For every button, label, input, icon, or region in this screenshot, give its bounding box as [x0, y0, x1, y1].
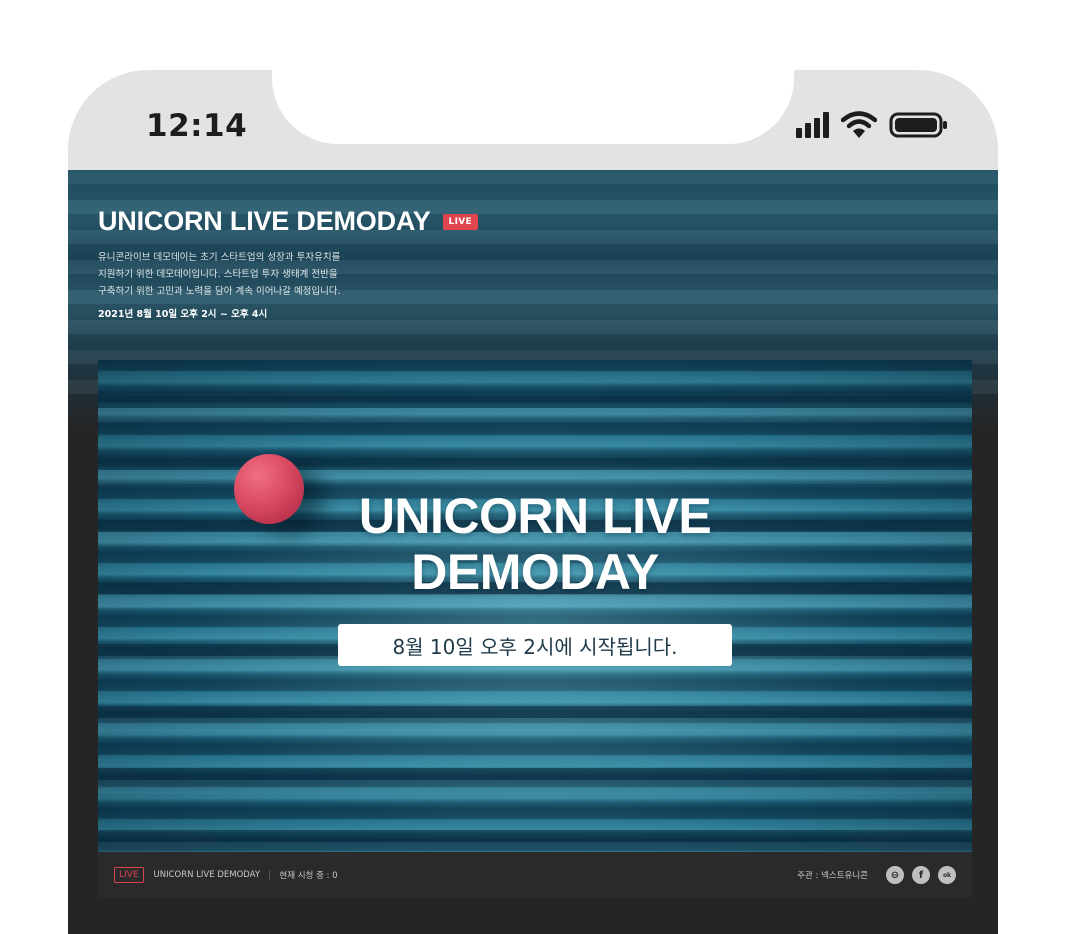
hero-title-line: DEMODAY — [411, 544, 659, 600]
status-icons — [796, 108, 949, 142]
player-info-bar: LIVE UNICORN LIVE DEMODAY | 현재 시청 중 : 0 … — [98, 852, 972, 898]
battery-icon — [889, 111, 949, 139]
video-hero-title: UNICORN LIVE DEMODAY — [98, 488, 972, 600]
description-line: 유니콘라이브 데모데이는 초기 스타트업의 성장과 투자유치를 — [98, 252, 341, 263]
live-badge: LIVE — [442, 213, 478, 230]
host-label: 주관 : 넥스트유니콘 — [797, 871, 868, 881]
page-header: UNICORN LIVE DEMODAY LIVE 유니콘라이브 데모데이는 초… — [98, 206, 498, 320]
cellular-signal-icon — [796, 112, 829, 138]
description-line: 지원하기 위한 데모데이입니다. 스타트업 투자 생태계 전반을 — [98, 269, 338, 280]
start-notice: 8월 10일 오후 2시에 시작됩니다. — [338, 624, 732, 666]
facebook-icon[interactable]: f — [912, 866, 930, 884]
separator: | — [268, 869, 272, 881]
status-time: 12:14 — [146, 108, 248, 144]
page-screen: UNICORN LIVE DEMODAY LIVE 유니콘라이브 데모데이는 초… — [68, 170, 998, 934]
wifi-icon — [841, 111, 877, 139]
live-indicator: LIVE — [114, 867, 144, 883]
player-bar-actions: 주관 : 넥스트유니콘 ⊖ f ok — [797, 866, 956, 884]
description-line: 구축하기 위한 고민과 노력을 담아 계속 이어나갈 예정입니다. — [98, 286, 341, 297]
stream-title: UNICORN LIVE DEMODAY — [153, 870, 261, 880]
kakao-icon[interactable]: ok — [938, 866, 956, 884]
event-date: 2021년 8월 10일 오후 2시 ~ 오후 4시 — [98, 309, 268, 320]
event-description: 유니콘라이브 데모데이는 초기 스타트업의 성장과 투자유치를 지원하기 위한 … — [98, 249, 498, 300]
phone-notch — [272, 70, 794, 144]
link-icon[interactable]: ⊖ — [886, 866, 904, 884]
title-row: UNICORN LIVE DEMODAY LIVE — [98, 206, 498, 237]
video-player[interactable]: UNICORN LIVE DEMODAY 8월 10일 오후 2시에 시작됩니다… — [98, 360, 972, 852]
video-background-stripes — [98, 360, 972, 852]
page-title: UNICORN LIVE DEMODAY — [98, 206, 431, 236]
viewer-count: 현재 시청 중 : 0 — [279, 871, 338, 881]
hero-title-line: UNICORN LIVE — [358, 488, 712, 544]
